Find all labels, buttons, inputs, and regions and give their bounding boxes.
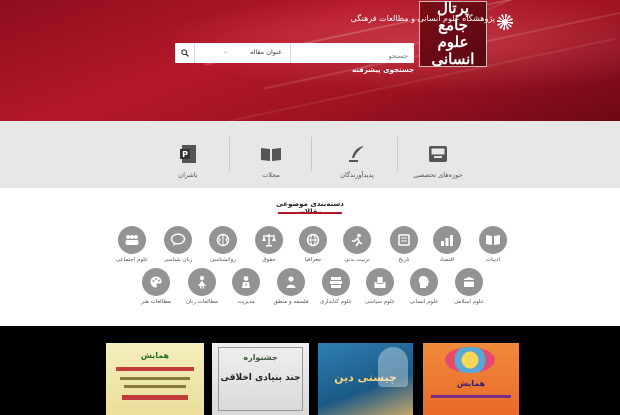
manager-icon — [232, 268, 260, 296]
journal-cover-title: همایش — [456, 379, 486, 388]
books-stack-icon — [322, 268, 350, 296]
presentation-icon: P — [176, 142, 200, 166]
quick-link-specialty-areas[interactable]: حوزه‌های تخصصی — [398, 121, 478, 188]
subject-political-science[interactable]: علوم سیاسی — [355, 268, 405, 320]
quick-link-label: حوزه‌های تخصصی — [413, 171, 463, 179]
institute-tagline: پژوهشگاه علوم انسانی و مطالعات فرهنگی — [350, 14, 495, 23]
quill-pen-icon — [345, 142, 369, 166]
quick-link-authors[interactable]: پدیدآورندگان — [317, 121, 397, 188]
cover-portrait — [378, 347, 408, 387]
featured-journals-band: همایش جشنواره جند بنیادی اخلاقی چیستی دی… — [0, 326, 620, 415]
thinker-icon — [277, 268, 305, 296]
search-button[interactable] — [175, 43, 195, 63]
subject-library-science[interactable]: علوم کتابداری — [311, 268, 361, 320]
quick-links-band: حوزه‌های تخصصی پدیدآورندگان مجلات P ناشر… — [0, 121, 620, 188]
head-icon — [410, 268, 438, 296]
portal-logo-title: پرتال جامع علوم انسانی — [431, 0, 475, 68]
inbox-tray-icon — [426, 142, 450, 166]
search-input[interactable] — [291, 46, 414, 66]
scales-icon — [255, 226, 283, 254]
runner-icon — [343, 226, 371, 254]
cover-stripe — [120, 377, 190, 380]
search-icon — [180, 49, 189, 57]
search-field-select[interactable]: ⌄ عنوان مقاله — [195, 43, 291, 63]
journal-cover[interactable]: چیستی دین — [318, 343, 413, 415]
subject-art-studies[interactable]: مطالعات هنر — [131, 268, 181, 320]
quick-link-label: ناشران — [178, 171, 198, 179]
brain-icon — [209, 226, 237, 254]
cover-stripe — [116, 367, 194, 371]
journal-cover[interactable]: جشنواره جند بنیادی اخلاقی — [212, 343, 309, 415]
advanced-search-link[interactable]: جستجوی پیشرفته — [310, 66, 414, 74]
cover-stripe — [431, 395, 511, 398]
cover-stripe — [122, 395, 188, 400]
journal-cover-subtitle: جند بنیادی اخلاقی — [220, 373, 301, 383]
journal-cover-title: جشنواره — [243, 353, 278, 362]
people-icon — [118, 226, 146, 254]
svg-text:P: P — [182, 150, 188, 159]
quick-link-publishers[interactable]: P ناشران — [148, 121, 228, 188]
institute-emblem-icon — [497, 14, 513, 30]
subject-islamic-studies[interactable]: علوم اسلامی — [444, 268, 494, 320]
globe-icon — [299, 226, 327, 254]
search-input-wrap — [291, 43, 414, 66]
title-underline — [278, 212, 342, 214]
search-bar: ⌄ عنوان مقاله — [175, 43, 414, 66]
woman-icon — [188, 268, 216, 296]
journal-cover-title: همایش — [140, 351, 170, 360]
divider — [311, 137, 312, 171]
divider — [229, 137, 230, 171]
quick-link-label: پدیدآورندگان — [340, 171, 374, 179]
scroll-icon — [390, 226, 418, 254]
subject-humanities[interactable]: علوم انسانی — [399, 268, 449, 320]
palette-icon — [142, 268, 170, 296]
subject-womens-studies[interactable]: مطالعات زنان — [177, 268, 227, 320]
bar-chart-icon — [433, 226, 461, 254]
subject-label: مطالعات هنر — [141, 299, 171, 305]
speech-bubble-icon — [164, 226, 192, 254]
quick-link-journals[interactable]: مجلات — [231, 121, 311, 188]
kaaba-icon — [455, 268, 483, 296]
subject-philosophy-logic[interactable]: فلسفه و منطق — [266, 268, 316, 320]
divider — [397, 137, 398, 171]
header-banner: پرتال جامع علوم انسانی پژوهشگاه علوم انس… — [0, 0, 620, 121]
subject-management[interactable]: مدیریت — [221, 268, 271, 320]
cover-stripe — [124, 385, 186, 388]
portal-logo[interactable]: پرتال جامع علوم انسانی — [419, 0, 487, 68]
search-field-value: عنوان مقاله — [249, 48, 282, 56]
open-book-icon — [259, 142, 283, 166]
chevron-down-icon: ⌄ — [223, 48, 229, 55]
subject-label: علوم اجتماعی — [115, 257, 149, 263]
journal-cover[interactable]: همایش — [423, 343, 519, 415]
journal-cover[interactable]: همایش — [106, 343, 204, 415]
cover-emblem — [445, 347, 495, 373]
quick-link-label: مجلات — [262, 171, 280, 179]
book-icon — [479, 226, 507, 254]
ballot-icon — [366, 268, 394, 296]
